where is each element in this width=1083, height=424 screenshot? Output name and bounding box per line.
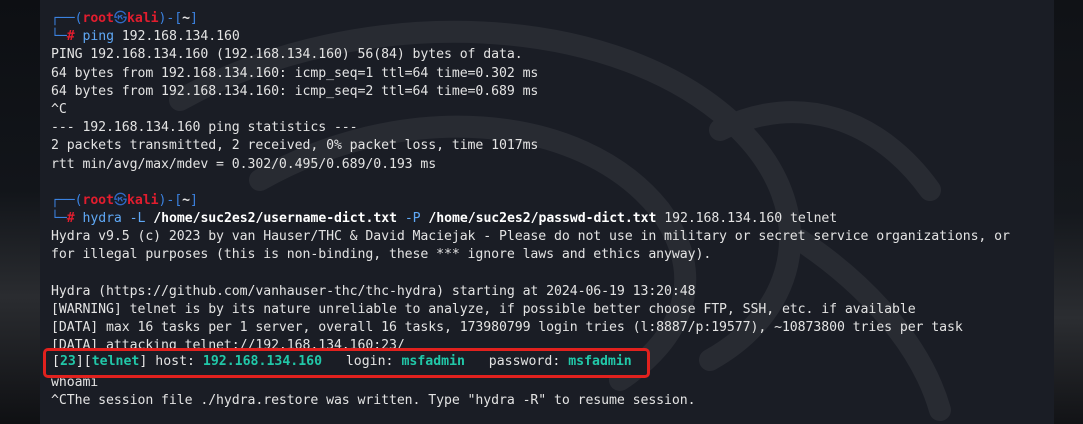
command-name: ping (82, 29, 114, 45)
output-line: ^CThe session file ./hydra.restore was w… (51, 392, 696, 408)
command-line: └─# hydra -L /home/suc2es2/username-dict… (51, 211, 838, 227)
command-args: 192.168.134.160 (121, 29, 240, 45)
prompt-line: ┌──(root㉿kali)-[~] (51, 11, 198, 26)
output-line: rtt min/avg/max/mdev = 0.302/0.495/0.689… (51, 156, 437, 172)
output-line: Hydra v9.5 (c) 2023 by van Hauser/THC & … (51, 229, 1010, 245)
result-host: 192.168.134.160 (202, 354, 323, 369)
result-password: msfadmin (568, 354, 632, 369)
prompt-line: ┌──(root㉿kali)-[~] (51, 192, 198, 208)
command-name: hydra (82, 211, 122, 227)
output-line: [WARNING] telnet is by its nature unreli… (51, 302, 916, 317)
output-line: Hydra (https://github.com/vanhauser-thc/… (51, 283, 696, 299)
output-line: for illegal purposes (this is non-bindin… (51, 247, 712, 263)
kali-skull-icon: ㉿ (113, 11, 128, 26)
output-line: [DATA] max 16 tasks per 1 server, overal… (51, 320, 963, 336)
output-line: 64 bytes from 192.168.134.160: icmp_seq=… (51, 83, 539, 99)
output-line: 64 bytes from 192.168.134.160: icmp_seq=… (51, 65, 539, 81)
command-line: └─# ping 192.168.134.160 (51, 29, 240, 45)
output-line: --- 192.168.134.160 ping statistics --- (51, 120, 358, 136)
output-line: PING 192.168.134.160 (192.168.134.160) 5… (51, 47, 523, 63)
output-line: 2 packets transmitted, 2 received, 0% pa… (51, 138, 539, 154)
kali-skull-icon: ㉿ (113, 192, 128, 208)
desktop-right-strip (1054, 0, 1083, 424)
output-line: ^C (51, 101, 67, 117)
desktop-left-strip (0, 0, 40, 424)
result-login: msfadmin (401, 354, 465, 369)
hydra-result-line: [23][telnet] host: 192.168.134.160 login… (52, 354, 632, 369)
